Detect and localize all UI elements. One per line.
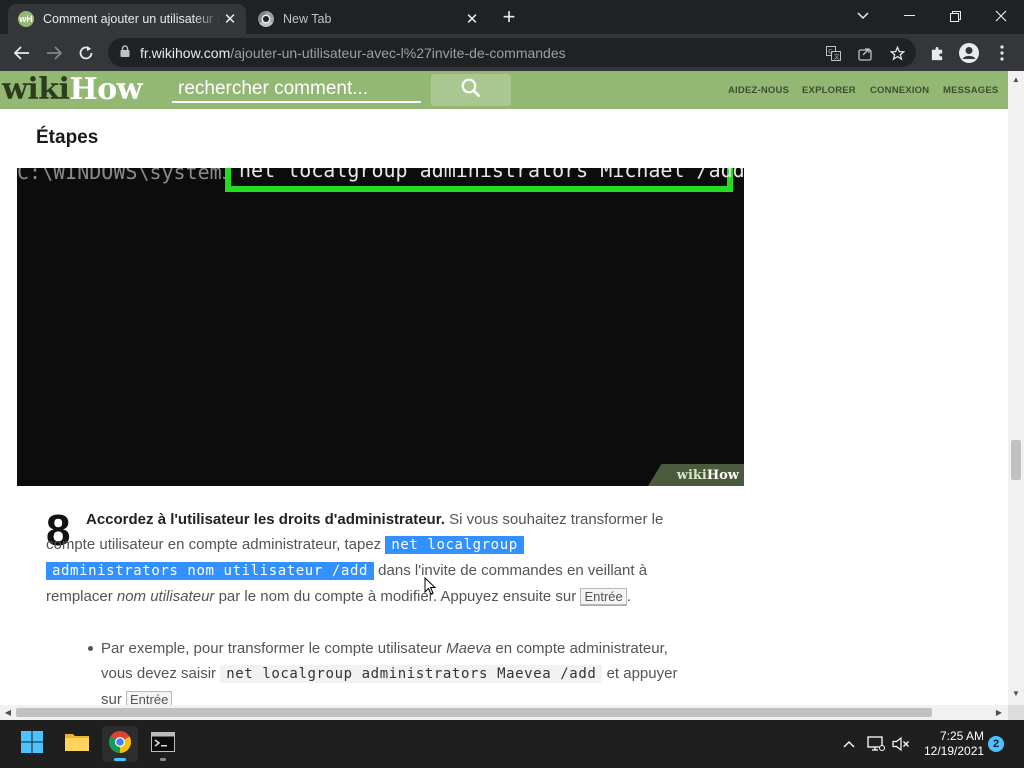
running-app-indicator (160, 758, 166, 761)
file-explorer-button[interactable] (59, 726, 95, 762)
vertical-scroll-thumb[interactable] (1011, 440, 1021, 480)
tab-strip: wH Comment ajouter un utilisateur à ✕ Ne… (0, 0, 1024, 34)
step-title: Accordez à l'utilisateur les droits d'ad… (86, 511, 445, 528)
enter-key-badge: Entrée (580, 588, 627, 605)
logo-wiki-text: wiki (2, 72, 70, 107)
url-host: fr.wikihow.com (140, 44, 231, 61)
svg-text:G: G (828, 48, 833, 55)
display-icon[interactable] (866, 734, 886, 754)
notification-count-badge[interactable]: 2 (988, 736, 1004, 752)
scroll-right-arrow-icon[interactable]: ▶ (992, 705, 1006, 720)
new-tab-button[interactable]: + (497, 6, 521, 30)
windows-logo-icon (21, 730, 43, 758)
watermark-how: How (706, 467, 739, 483)
bullet-text-emphasis: Maeva (446, 640, 492, 657)
restore-button[interactable] (932, 0, 978, 32)
vertical-scrollbar[interactable]: ▲ ▼ (1008, 71, 1024, 705)
svg-text:文: 文 (833, 52, 839, 60)
step-body: 8 Accordez à l'utilisateur les droits d'… (17, 486, 744, 705)
step-text-part: . (626, 588, 631, 605)
extensions-puzzle-icon[interactable] (924, 40, 950, 66)
bullet-command: net localgroup administrators Maevea /ad… (220, 665, 603, 683)
browser-toolbar: fr.wikihow.com/ajouter-un-utilisateur-av… (0, 34, 1024, 71)
wikihow-watermark: wiki How (648, 464, 744, 486)
active-app-indicator (114, 758, 126, 761)
bookmark-star-icon[interactable] (887, 43, 907, 63)
list-item: Par exemple, pour transformer le compte … (88, 636, 681, 705)
clock-time: 7:25 AM (939, 729, 984, 743)
profile-avatar-icon[interactable] (956, 40, 982, 66)
image-command-highlight: net localgroup administrators Michael /a… (225, 168, 744, 192)
tab-title: New Tab (283, 12, 332, 26)
step-text-part: par le nom du compte à modifier. Appuyez… (214, 588, 581, 605)
close-window-button[interactable] (978, 0, 1024, 32)
section-header: Étapes (17, 109, 744, 168)
step-image: C:\WINDOWS\system32> net localgroup admi… (17, 168, 744, 486)
volume-muted-icon[interactable] (891, 734, 911, 754)
nav-connexion[interactable]: CONNEXION (870, 85, 929, 96)
image-command-text: net localgroup administrators Michael /a… (239, 168, 744, 182)
close-tab-icon[interactable]: ✕ (462, 9, 482, 29)
horizontal-scroll-thumb[interactable] (16, 708, 932, 717)
start-button[interactable] (14, 726, 50, 762)
command-selected-part2[interactable]: administrators nom utilisateur /add (46, 562, 375, 580)
command-selected-part1[interactable]: net localgroup (385, 536, 524, 554)
section-title: Étapes (36, 127, 99, 148)
logo-how-text: How (69, 72, 143, 107)
forward-button[interactable] (41, 40, 67, 66)
windows-taskbar: 7:25 AM 12/19/2021 2 (0, 720, 1024, 768)
scroll-up-arrow-icon[interactable]: ▲ (1008, 73, 1024, 87)
address-bar[interactable]: fr.wikihow.com/ajouter-un-utilisateur-av… (108, 38, 916, 67)
wikihow-logo[interactable]: wikiHow (2, 72, 143, 107)
scroll-left-arrow-icon[interactable]: ◀ (1, 705, 15, 720)
chrome-taskbar-button[interactable] (102, 726, 138, 762)
wikihow-favicon-icon: wH (18, 11, 34, 27)
close-tab-icon[interactable]: ✕ (220, 9, 240, 29)
step-text: Accordez à l'utilisateur les droits d'ad… (46, 507, 696, 609)
page-viewport: wikiHow rechercher comment... AIDEZ-NOUS… (0, 71, 1008, 705)
chrome-menu-icon[interactable] (989, 40, 1015, 66)
share-icon[interactable] (855, 43, 875, 63)
image-prompt-text: C:\WINDOWS\system32> (17, 168, 258, 184)
chrome-icon (108, 730, 132, 759)
scrollbar-corner (1008, 705, 1024, 720)
wikihow-header: wikiHow rechercher comment... AIDEZ-NOUS… (0, 71, 1008, 109)
enter-key-badge: Entrée (126, 691, 173, 705)
clock[interactable]: 7:25 AM 12/19/2021 (924, 729, 984, 759)
translate-icon[interactable]: G文 (823, 43, 843, 63)
lock-icon[interactable] (120, 45, 130, 60)
nav-explorer[interactable]: EXPLORER (802, 85, 856, 96)
url-path: /ajouter-un-utilisateur-avec-l%27invite-… (230, 44, 566, 61)
reload-button[interactable] (73, 40, 99, 66)
show-hidden-icons-chevron-icon[interactable] (839, 734, 859, 754)
mouse-cursor-icon (424, 577, 436, 595)
bullet-text-part: Par exemple, pour transformer le compte … (101, 640, 447, 657)
chrome-favicon-icon (258, 11, 274, 27)
minimize-button[interactable] (886, 0, 932, 32)
terminal-icon (151, 731, 175, 757)
tab-wikihow[interactable]: wH Comment ajouter un utilisateur à ✕ (8, 4, 246, 34)
nav-aidez-nous[interactable]: AIDEZ-NOUS (728, 85, 789, 96)
nav-messages[interactable]: MESSAGES (943, 85, 998, 96)
search-icon (461, 78, 481, 103)
tab-search-chevron-icon[interactable] (840, 0, 886, 32)
search-button[interactable] (431, 74, 511, 106)
back-button[interactable] (9, 40, 35, 66)
step-text-emphasis: nom utilisateur (116, 588, 215, 605)
scroll-down-arrow-icon[interactable]: ▼ (1008, 687, 1024, 701)
tab-title: Comment ajouter un utilisateur à (43, 12, 220, 26)
search-input[interactable]: rechercher comment... (172, 76, 421, 103)
tab-new-tab[interactable]: New Tab ✕ (248, 4, 488, 34)
terminal-taskbar-button[interactable] (145, 726, 181, 762)
watermark-wiki: wiki (676, 467, 707, 483)
folder-icon (64, 731, 90, 758)
horizontal-scrollbar[interactable]: ◀ ▶ (0, 705, 1008, 720)
clock-date: 12/19/2021 (924, 744, 985, 758)
